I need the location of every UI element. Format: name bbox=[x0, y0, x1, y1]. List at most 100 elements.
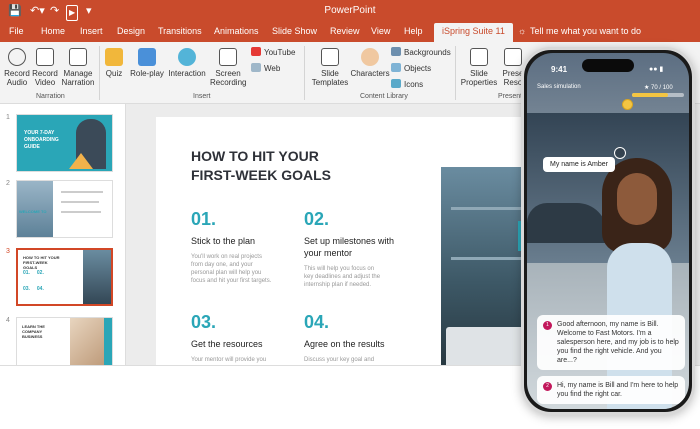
score-progress-fill bbox=[632, 93, 669, 97]
tab-home[interactable]: Home bbox=[41, 26, 65, 36]
phone-mockup: 9:41 ●● ▮ Sales simulation ★ 70 / 100 My… bbox=[521, 47, 695, 415]
icons-icon bbox=[391, 79, 401, 88]
simulation-title: Sales simulation bbox=[537, 84, 581, 90]
item-heading: Set up milestones with your mentor bbox=[304, 236, 395, 258]
youtube-button[interactable]: YouTube bbox=[251, 47, 295, 57]
thumbnail-accent bbox=[104, 318, 112, 365]
item-number: 04. bbox=[304, 312, 330, 332]
youtube-icon bbox=[251, 47, 261, 56]
car-shape bbox=[527, 203, 607, 243]
narration-icon bbox=[69, 48, 87, 66]
tell-me-search[interactable]: Tell me what you want to do bbox=[530, 26, 641, 36]
tab-file[interactable]: File bbox=[9, 26, 24, 36]
item-heading: Agree on the results bbox=[304, 339, 385, 349]
thumbnail-title: WELCOME TO bbox=[19, 209, 47, 214]
thumbnail-numbers: 01. 02. bbox=[23, 270, 44, 276]
divider bbox=[455, 46, 456, 100]
objects-icon bbox=[391, 63, 401, 72]
laptop-shape bbox=[446, 327, 531, 365]
tab-slide-show[interactable]: Slide Show bbox=[272, 26, 317, 36]
item-number: 01. bbox=[191, 209, 217, 229]
divider bbox=[304, 46, 305, 100]
message-index: 2 bbox=[543, 382, 552, 391]
microphone-icon bbox=[8, 48, 26, 66]
web-button[interactable]: Web bbox=[251, 63, 280, 73]
dialogue-message: 1 Good afternoon, my name is Bill. Welcom… bbox=[537, 315, 685, 370]
shelf bbox=[451, 207, 521, 210]
slide-title: HOW TO HIT YOUR FIRST-WEEK GOALS bbox=[191, 148, 331, 183]
tab-review[interactable]: Review bbox=[330, 26, 360, 36]
tab-animations[interactable]: Animations bbox=[214, 26, 259, 36]
thumbnail-number: 1 bbox=[6, 114, 10, 121]
resources-icon bbox=[504, 48, 522, 66]
slide-thumbnail-2[interactable]: WELCOME TO bbox=[16, 180, 113, 238]
character-icon bbox=[361, 48, 379, 66]
thumbnail-line bbox=[61, 201, 99, 203]
characters-button[interactable]: Characters bbox=[350, 48, 390, 78]
record-video-button[interactable]: Record Video bbox=[32, 48, 58, 87]
character-face bbox=[617, 173, 657, 225]
role-play-button[interactable]: Role-play bbox=[130, 48, 164, 78]
slide-properties-button[interactable]: Slide Properties bbox=[460, 48, 498, 87]
score-label: ★ 70 / 100 bbox=[644, 85, 673, 91]
score-progress-bar bbox=[632, 93, 684, 97]
tab-transitions[interactable]: Transitions bbox=[158, 26, 202, 36]
thumbnail-line bbox=[61, 211, 101, 213]
phone-screen: 9:41 ●● ▮ Sales simulation ★ 70 / 100 My… bbox=[527, 53, 689, 409]
slide-templates-icon bbox=[321, 48, 339, 66]
group-label-insert: Insert bbox=[193, 93, 211, 100]
thumbnail-photo bbox=[83, 250, 111, 304]
thumbnail-title: HOW TO HIT YOUR FIRST-WEEK GOALS bbox=[23, 255, 60, 270]
tab-help[interactable]: Help bbox=[404, 26, 423, 36]
screen-recording-icon bbox=[219, 48, 237, 66]
thumbnail-number: 2 bbox=[6, 180, 10, 187]
link-icon bbox=[251, 63, 261, 72]
dynamic-island bbox=[582, 59, 634, 72]
current-slide[interactable]: HOW TO HIT YOUR FIRST-WEEK GOALS 01. Stic… bbox=[156, 117, 536, 365]
item-number: 03. bbox=[191, 312, 217, 332]
thumbnail-line bbox=[61, 191, 103, 193]
character-name-label: My name is Amber bbox=[543, 157, 615, 172]
quiz-button[interactable]: Quiz bbox=[102, 48, 126, 78]
manage-narration-button[interactable]: Manage Narration bbox=[60, 48, 96, 87]
item-body: You'll work on real projects from day one… bbox=[191, 254, 272, 284]
group-label-narration: Narration bbox=[36, 93, 65, 100]
shelf bbox=[451, 257, 521, 260]
camera-icon bbox=[36, 48, 54, 66]
quiz-icon bbox=[105, 48, 123, 66]
interaction-button[interactable]: Interaction bbox=[167, 48, 207, 78]
thumbnail-title: LEARN THE COMPANY BUSINESS bbox=[22, 324, 45, 339]
slide-templates-button[interactable]: Slide Templates bbox=[310, 48, 350, 87]
slide-thumbnail-4[interactable]: LEARN THE COMPANY BUSINESS bbox=[16, 317, 113, 365]
title-bar: 💾 ↶▾ ↷ ▶ ▾ PowerPoint bbox=[0, 0, 700, 22]
thumbnail-number: 3 bbox=[6, 248, 10, 255]
dialogue-reply-option[interactable]: 2 Hi, my name is Bill and I'm here to hel… bbox=[537, 376, 685, 404]
slide-thumbnail-pane: 1 YOUR 7-DAY ONBOARDING GUIDE 2 WELCOME … bbox=[0, 104, 126, 365]
slide-properties-icon bbox=[470, 48, 488, 66]
screen-recording-button[interactable]: Screen Recording bbox=[210, 48, 246, 87]
tab-insert[interactable]: Insert bbox=[80, 26, 103, 36]
objects-button[interactable]: Objects bbox=[391, 63, 431, 73]
play-icon[interactable] bbox=[614, 147, 626, 159]
tab-design[interactable]: Design bbox=[117, 26, 145, 36]
status-icons: ●● ▮ bbox=[649, 66, 664, 73]
item-body: Discuss your key goal and bbox=[304, 357, 375, 363]
backgrounds-icon bbox=[391, 47, 401, 56]
status-time: 9:41 bbox=[551, 65, 568, 74]
icons-button[interactable]: Icons bbox=[391, 79, 423, 89]
smiley-icon bbox=[622, 99, 633, 110]
slide-thumbnail-1[interactable]: YOUR 7-DAY ONBOARDING GUIDE bbox=[16, 114, 113, 172]
tab-ispring-suite[interactable]: iSpring Suite 11 bbox=[434, 23, 513, 42]
message-index: 1 bbox=[543, 321, 552, 330]
ribbon-tabs: File Home Insert Design Transitions Anim… bbox=[0, 22, 700, 42]
backgrounds-button[interactable]: Backgrounds bbox=[391, 47, 451, 57]
role-play-icon bbox=[138, 48, 156, 66]
record-audio-button[interactable]: Record Audio bbox=[4, 48, 30, 87]
item-heading: Stick to the plan bbox=[191, 236, 256, 246]
group-label-content-library: Content Library bbox=[360, 93, 408, 100]
thumbnail-number: 4 bbox=[6, 317, 10, 324]
slide-thumbnail-3[interactable]: HOW TO HIT YOUR FIRST-WEEK GOALS 01. 02.… bbox=[16, 248, 113, 306]
interaction-icon bbox=[178, 48, 196, 66]
divider bbox=[99, 46, 100, 100]
tab-view[interactable]: View bbox=[371, 26, 390, 36]
